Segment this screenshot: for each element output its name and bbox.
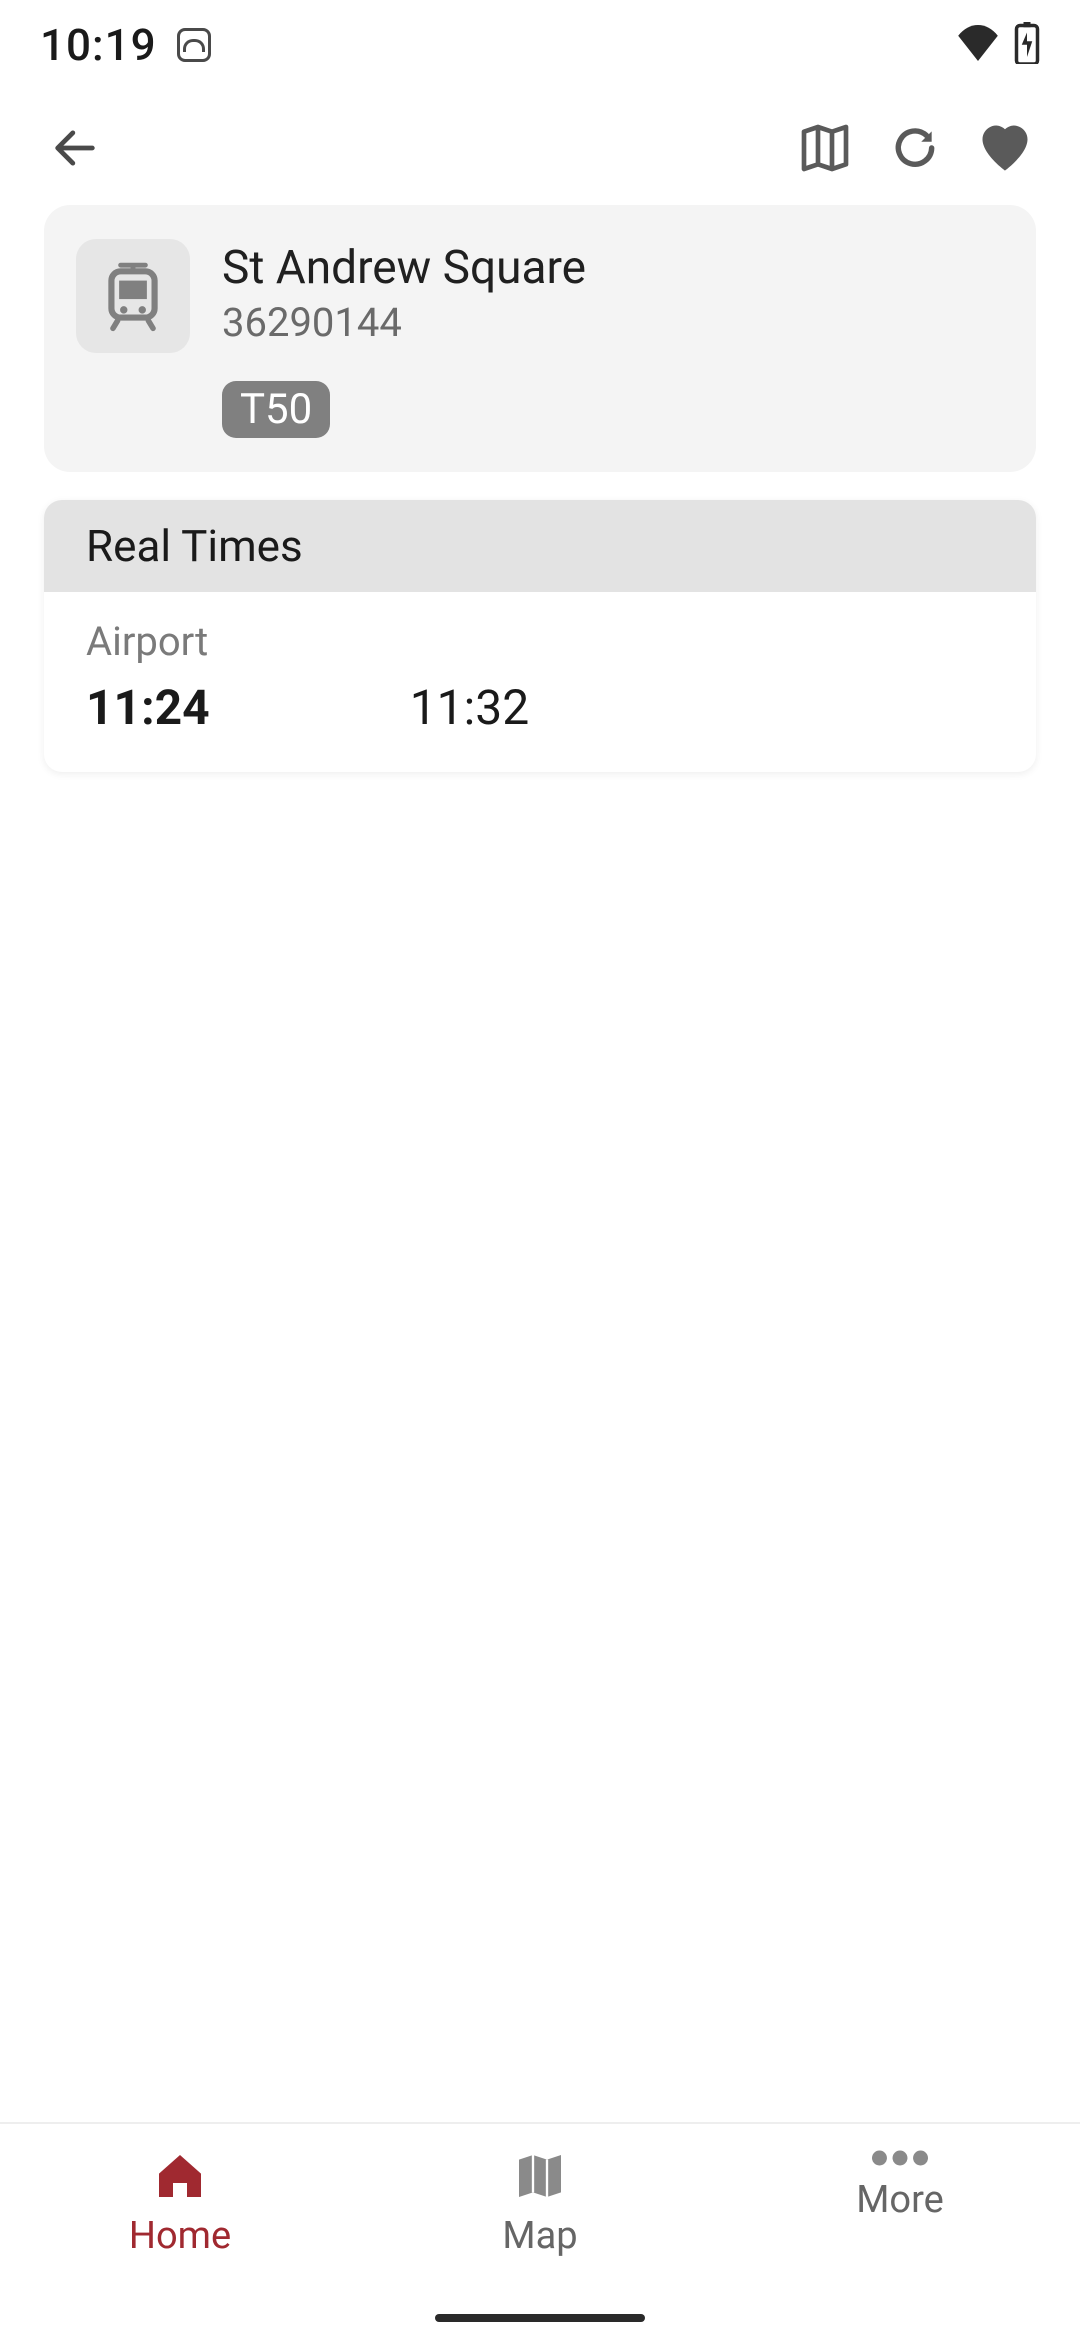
route-badge[interactable]: T50 [222, 381, 330, 438]
bottom-nav: Home Map More [0, 2122, 1080, 2340]
vehicle-type-icon-box [76, 239, 190, 353]
status-time: 10:19 [40, 19, 157, 71]
real-times-heading: Real Times [44, 500, 1036, 592]
nav-home-label: Home [129, 2214, 231, 2258]
refresh-button[interactable] [870, 103, 960, 193]
favorite-button[interactable] [960, 103, 1050, 193]
nav-more-label: More [856, 2178, 944, 2222]
real-times-entry[interactable]: Airport 11:24 11:32 [44, 592, 1036, 772]
wifi-icon [956, 25, 1000, 65]
tram-icon [96, 259, 170, 333]
nav-home[interactable]: Home [0, 2124, 360, 2340]
following-departure-time: 11:32 [410, 679, 530, 736]
android-app-icon [177, 28, 211, 62]
heart-icon [975, 118, 1035, 178]
destination-label: Airport [86, 618, 994, 665]
home-icon [152, 2148, 208, 2204]
more-icon [872, 2148, 928, 2168]
stop-card[interactable]: St Andrew Square 36290144 T50 [44, 205, 1036, 472]
home-indicator[interactable] [435, 2314, 645, 2322]
next-departure-time: 11:24 [86, 679, 210, 736]
nav-more[interactable]: More [720, 2124, 1080, 2340]
stop-id: 36290144 [222, 299, 1000, 346]
map-nav-icon [512, 2148, 568, 2204]
arrow-left-icon [49, 122, 101, 174]
status-bar: 10:19 [0, 0, 1080, 90]
nav-map-label: Map [502, 2214, 577, 2258]
refresh-icon [890, 123, 940, 173]
app-bar [0, 90, 1080, 205]
status-bar-right [956, 22, 1040, 68]
battery-charging-icon [1014, 22, 1040, 68]
status-bar-left: 10:19 [40, 19, 211, 71]
real-times-card: Real Times Airport 11:24 11:32 [44, 500, 1036, 772]
nav-map[interactable]: Map [360, 2124, 720, 2340]
map-button[interactable] [780, 103, 870, 193]
back-button[interactable] [30, 103, 120, 193]
map-icon [797, 120, 853, 176]
stop-name: St Andrew Square [222, 241, 1000, 295]
